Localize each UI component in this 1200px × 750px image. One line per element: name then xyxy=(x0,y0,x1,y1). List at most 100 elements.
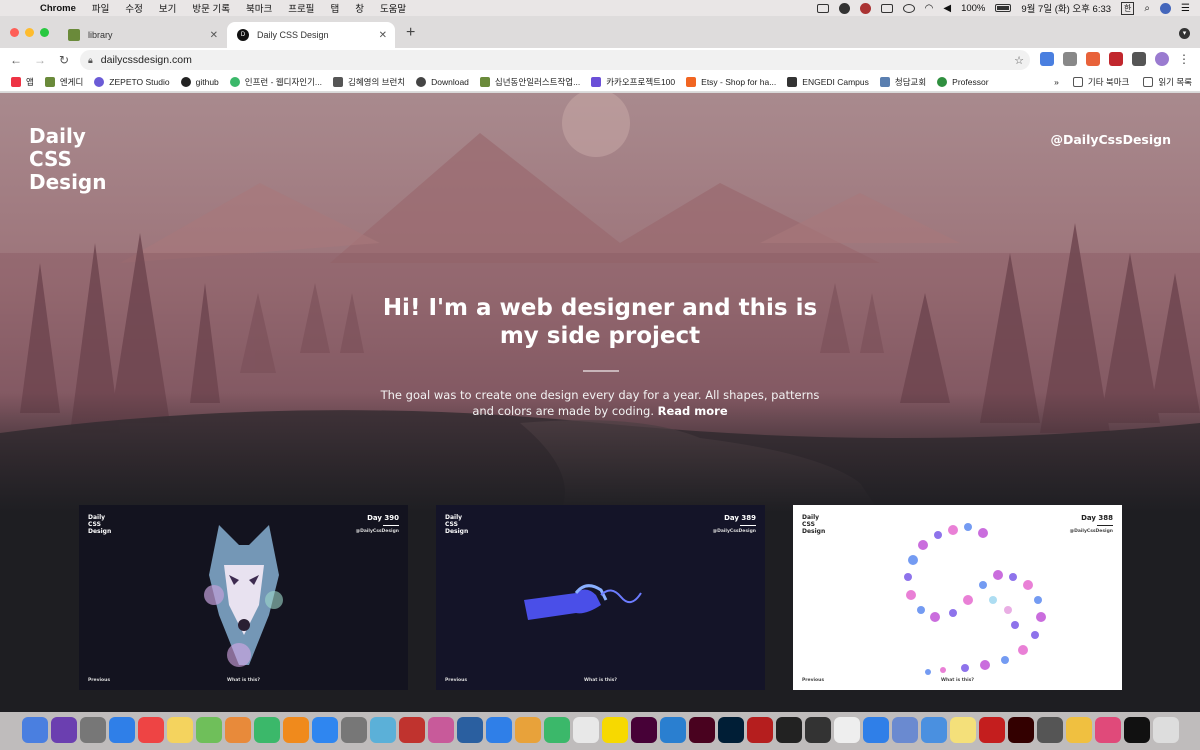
design-card-day-389[interactable]: Daily CSS Design Day 389 @DailyCssDesign… xyxy=(436,505,765,690)
wifi-icon[interactable]: ◠ xyxy=(925,3,934,14)
bookmark-engedi-campus[interactable]: ENGEDI Campus xyxy=(787,76,869,87)
kakaotalk-icon[interactable] xyxy=(602,717,628,743)
translate-extension-icon[interactable] xyxy=(1040,52,1054,66)
menu-file[interactable]: 파일 xyxy=(92,1,109,15)
stickies-icon[interactable] xyxy=(950,717,976,743)
slack-icon[interactable] xyxy=(1095,717,1121,743)
menu-history[interactable]: 방문 기록 xyxy=(192,1,230,15)
bookmark-engedi[interactable]: 엔게디 xyxy=(44,76,83,88)
menu-profile[interactable]: 프로필 xyxy=(288,1,314,15)
trash-icon[interactable] xyxy=(1153,717,1179,743)
bookmarks-overflow[interactable]: » xyxy=(1054,77,1059,87)
zoom-window-icon[interactable] xyxy=(40,28,49,37)
close-tab-icon[interactable]: ✕ xyxy=(210,30,218,41)
pages-icon[interactable] xyxy=(515,717,541,743)
system-preferences-icon[interactable] xyxy=(341,717,367,743)
card-previous-link[interactable]: Previous xyxy=(802,678,824,683)
menu-clock[interactable]: 9월 7일 (화) 오후 6:33 xyxy=(1021,1,1111,15)
profile-avatar[interactable] xyxy=(1155,52,1169,66)
menu-bookmarks[interactable]: 북마크 xyxy=(246,1,272,15)
control-center-icon[interactable]: ☰ xyxy=(1181,3,1190,14)
volume-icon[interactable]: ◀ xyxy=(943,3,951,14)
close-tab-icon[interactable]: ✕ xyxy=(379,30,387,41)
xd-icon[interactable] xyxy=(631,717,657,743)
bookmark-church[interactable]: 청담교회 xyxy=(879,76,926,88)
bookmark-brunch[interactable]: 김혜영의 브런치 xyxy=(333,76,405,88)
record-icon[interactable] xyxy=(859,2,871,14)
screen-icon[interactable] xyxy=(816,3,829,13)
url-text[interactable]: dailycssdesign.com xyxy=(101,54,192,66)
design-card-day-390[interactable]: Daily CSS Design Day 390 @DailyCssDesign… xyxy=(79,505,408,690)
lock-icon[interactable]: 🔒︎ xyxy=(88,55,93,66)
bookmark-download[interactable]: Download xyxy=(416,76,469,87)
keynote-icon[interactable] xyxy=(486,717,512,743)
other-bookmarks[interactable]: 기타 북마크 xyxy=(1072,76,1129,88)
notes-alt-icon[interactable] xyxy=(1066,717,1092,743)
bookmark-inflearn[interactable]: 인프런 - 웹디자인기... xyxy=(229,76,322,88)
input-method[interactable]: 한 xyxy=(1121,1,1135,15)
unity-icon[interactable] xyxy=(776,717,802,743)
preview-icon[interactable] xyxy=(428,717,454,743)
bluetooth-icon[interactable] xyxy=(902,3,915,13)
tab-daily-css-design[interactable]: D Daily CSS Design ✕ xyxy=(227,22,395,48)
close-window-icon[interactable] xyxy=(10,28,19,37)
acrobat-icon[interactable] xyxy=(979,717,1005,743)
finder-icon[interactable] xyxy=(22,717,48,743)
calendar-icon[interactable] xyxy=(138,717,164,743)
menu-help[interactable]: 도움말 xyxy=(380,1,406,15)
display-icon[interactable] xyxy=(880,3,893,13)
card-previous-link[interactable]: Previous xyxy=(88,678,110,683)
site-logo[interactable]: Daily CSS Design xyxy=(29,125,149,194)
read-more-link[interactable]: Read more xyxy=(658,404,728,418)
numbers-icon[interactable] xyxy=(544,717,570,743)
card-previous-link[interactable]: Previous xyxy=(445,678,467,683)
menu-app-name[interactable]: Chrome xyxy=(40,3,76,14)
files-icon[interactable] xyxy=(1037,717,1063,743)
bookmark-kakao[interactable]: 카카오프로젝트100 xyxy=(591,76,675,88)
finder-alt-icon[interactable] xyxy=(921,717,947,743)
bookmark-etsy[interactable]: Etsy - Shop for ha... xyxy=(686,76,776,87)
design-card-day-388[interactable]: Daily CSS Design Day 388 @DailyCssDesign… xyxy=(793,505,1122,690)
folder-icon[interactable] xyxy=(892,717,918,743)
reading-list[interactable]: 읽기 목록 xyxy=(1143,76,1192,88)
bookmark-apps[interactable]: 앱 xyxy=(11,76,34,88)
extensions-puzzle-icon[interactable] xyxy=(1132,52,1146,66)
social-handle-link[interactable]: @DailyCssDesign xyxy=(1050,132,1171,147)
back-icon[interactable]: ← xyxy=(4,53,28,67)
launchpad-icon[interactable] xyxy=(80,717,106,743)
menu-view[interactable]: 보기 xyxy=(159,1,176,15)
status-icon[interactable] xyxy=(838,2,850,14)
search-icon[interactable]: ⌕ xyxy=(1144,3,1150,14)
textedit-icon[interactable] xyxy=(834,717,860,743)
battery-icon[interactable] xyxy=(995,4,1012,12)
address-bar[interactable]: 🔒︎ dailycssdesign.com ☆ xyxy=(80,50,1030,70)
bookmark-github[interactable]: github xyxy=(180,76,219,87)
books-icon[interactable] xyxy=(283,717,309,743)
indesign-icon[interactable] xyxy=(689,717,715,743)
terminal-icon[interactable] xyxy=(1124,717,1150,743)
illustrator-icon[interactable] xyxy=(1008,717,1034,743)
maps-icon[interactable] xyxy=(196,717,222,743)
card-what-link[interactable]: What is this? xyxy=(227,678,260,683)
menu-edit[interactable]: 수정 xyxy=(125,1,142,15)
tab-library[interactable]: library ✕ xyxy=(58,22,226,48)
reload-icon[interactable]: ↻ xyxy=(52,53,76,67)
bookmark-illustration[interactable]: 십년동안일러스트작업... xyxy=(479,76,580,88)
minimize-window-icon[interactable] xyxy=(25,28,34,37)
camera-extension-icon[interactable] xyxy=(1063,52,1077,66)
chrome-icon[interactable] xyxy=(573,717,599,743)
new-tab-button[interactable]: + xyxy=(406,24,415,42)
safari-icon[interactable] xyxy=(109,717,135,743)
quicktime-icon[interactable] xyxy=(457,717,483,743)
siri-icon[interactable] xyxy=(51,717,77,743)
card-what-link[interactable]: What is this? xyxy=(584,678,617,683)
sourcetree-icon[interactable] xyxy=(370,717,396,743)
mindnode-icon[interactable] xyxy=(399,717,425,743)
bookmark-zepeto[interactable]: ZEPETO Studio xyxy=(94,76,170,87)
app-store-icon[interactable] xyxy=(312,717,338,743)
siri-icon[interactable] xyxy=(1160,2,1172,14)
bookmark-star-icon[interactable]: ☆ xyxy=(1014,54,1024,67)
photoshop-icon[interactable] xyxy=(718,717,744,743)
vscode-icon[interactable] xyxy=(660,717,686,743)
notes-icon[interactable] xyxy=(167,717,193,743)
